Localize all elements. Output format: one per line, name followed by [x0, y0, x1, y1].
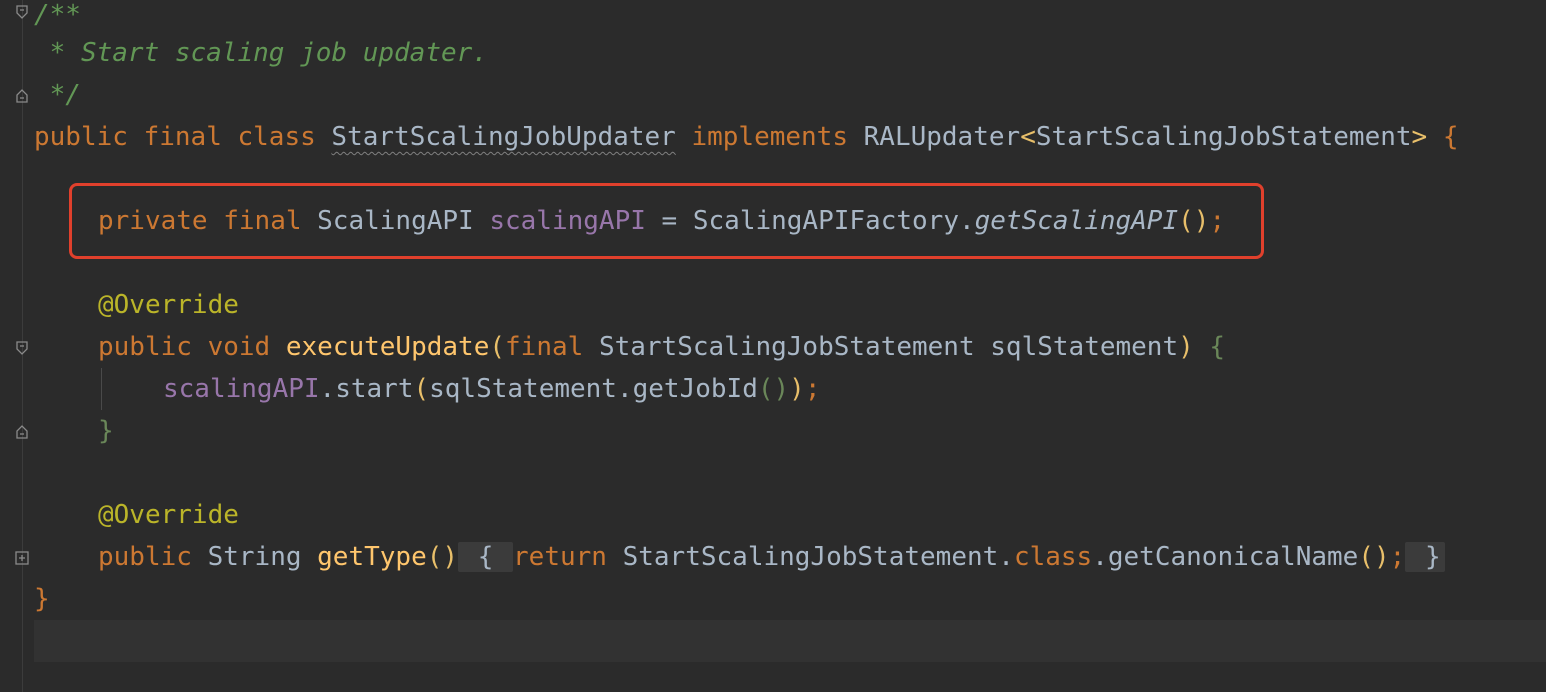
class-name: StartScalingJobUpdater: [331, 122, 676, 152]
code-line-9: public void executeUpdate(final StartSca…: [98, 332, 1226, 362]
highlight-annotation-box: [69, 183, 1264, 259]
fold-open-icon[interactable]: [14, 340, 30, 356]
code-line-11: }: [98, 416, 114, 446]
code-line-1: /**: [34, 0, 81, 30]
code-line-4: public final class StartScalingJobUpdate…: [34, 122, 1459, 152]
folded-brace-open[interactable]: {: [458, 542, 514, 572]
fold-close-icon[interactable]: [14, 424, 30, 440]
code-line-3: */: [34, 80, 81, 110]
code-line-13: @Override: [98, 500, 239, 530]
code-line-8: @Override: [98, 290, 239, 320]
fold-open-icon[interactable]: [14, 4, 30, 20]
code-line-15: }: [34, 584, 50, 614]
code-line-14: public String getType() { return StartSc…: [98, 536, 1546, 578]
fold-close-icon[interactable]: [14, 88, 30, 104]
editor-gutter: [0, 0, 34, 692]
code-editor[interactable]: /** * Start scaling job updater. */ publ…: [34, 0, 1546, 692]
folded-brace-close[interactable]: }: [1405, 542, 1445, 572]
code-line-10: scalingAPI.start(sqlStatement.getJobId()…: [163, 374, 821, 404]
fold-expand-icon[interactable]: [14, 550, 30, 566]
code-line-2: * Start scaling job updater.: [34, 38, 488, 68]
